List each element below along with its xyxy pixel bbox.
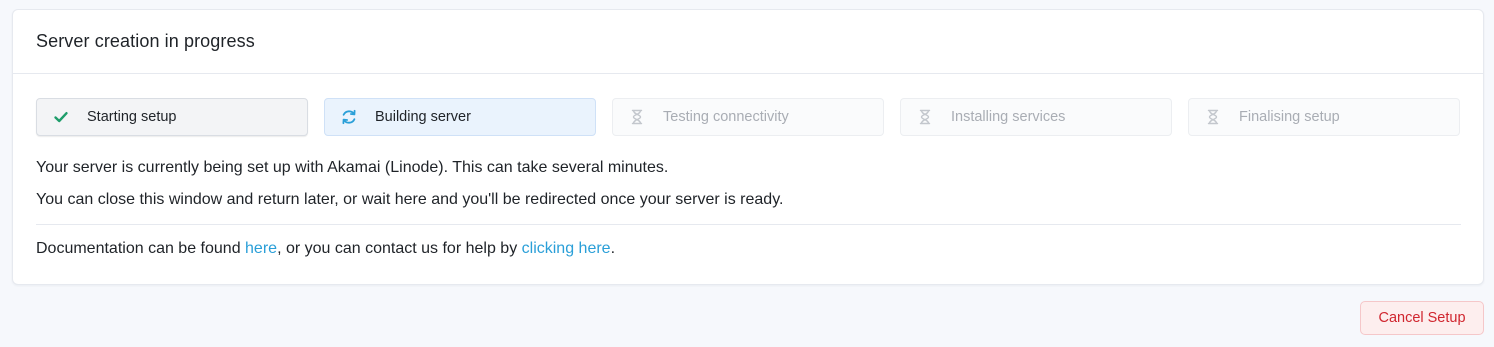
status-message: Your server is currently being set up wi… (36, 159, 669, 176)
docs-prefix: Documentation can be found (36, 240, 246, 257)
info-message: You can close this window and return lat… (36, 191, 784, 208)
divider (36, 224, 1461, 225)
page-title: Server creation in progress (36, 31, 255, 51)
hourglass-icon (627, 107, 647, 127)
step-installing-services: Installing services (900, 98, 1172, 136)
step-label: Testing connectivity (663, 109, 789, 125)
documentation-link[interactable]: here (245, 240, 277, 257)
hourglass-icon (915, 107, 935, 127)
server-creation-card: Server creation in progress Starting set… (12, 9, 1484, 285)
contact-help-link[interactable]: clicking here (522, 240, 611, 257)
progress-steps: Starting setup Building server Testing c… (36, 98, 1460, 136)
check-icon (51, 107, 71, 127)
step-building-server: Building server (324, 98, 596, 136)
step-testing-connectivity: Testing connectivity (612, 98, 884, 136)
step-starting-setup: Starting setup (36, 98, 308, 136)
step-label: Installing services (951, 109, 1066, 125)
cancel-setup-button[interactable]: Cancel Setup (1360, 301, 1484, 335)
docs-suffix: . (610, 240, 616, 257)
docs-middle: , or you can contact us for help by (277, 240, 522, 257)
step-label: Building server (375, 109, 471, 125)
documentation-text: Documentation can be found here, or you … (36, 239, 1460, 259)
step-finalising-setup: Finalising setup (1188, 98, 1460, 136)
step-label: Finalising setup (1239, 109, 1340, 125)
card-header: Server creation in progress (13, 10, 1483, 74)
hourglass-icon (1203, 107, 1223, 127)
card-body: Starting setup Building server Testing c… (13, 74, 1483, 259)
step-label: Starting setup (87, 109, 177, 125)
refresh-icon (339, 107, 359, 127)
